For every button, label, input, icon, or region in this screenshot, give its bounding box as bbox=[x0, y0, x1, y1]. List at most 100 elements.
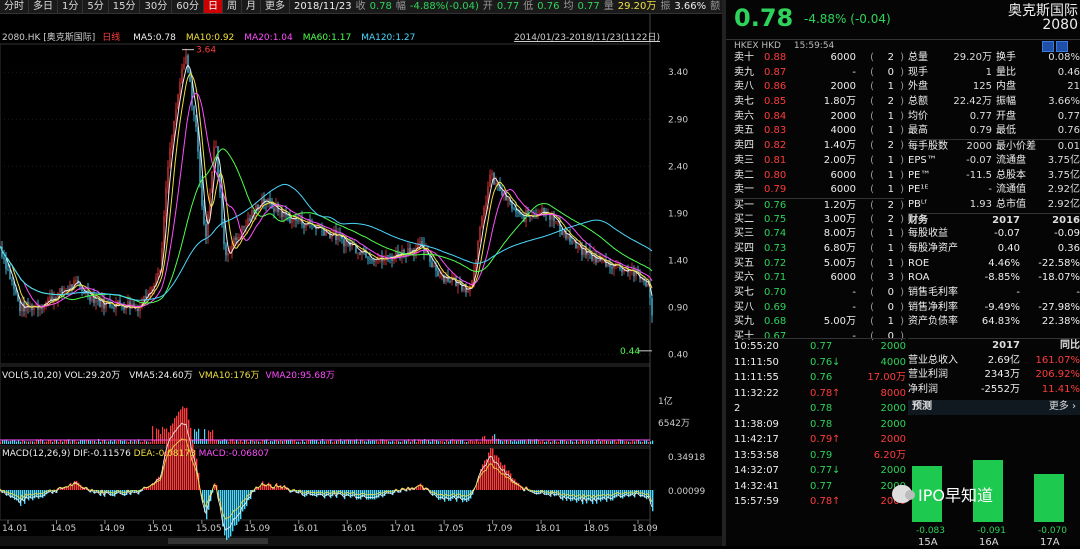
fin-value: -8.85% bbox=[985, 271, 1020, 286]
date-range[interactable]: 2014/01/23-2018/11/23(1122日) bbox=[514, 32, 660, 44]
candle-body bbox=[345, 240, 346, 246]
volume-bar bbox=[294, 440, 295, 444]
candle-body bbox=[215, 146, 216, 147]
volume-bar bbox=[576, 440, 577, 444]
stat-row: PE¹ᴱ-流通值2.92亿 bbox=[908, 183, 1080, 198]
ask-row: 卖八0.862000(1) bbox=[734, 80, 904, 95]
fin-value: -0.07 bbox=[994, 227, 1020, 242]
tab-timeframe-0[interactable]: 分时 bbox=[0, 0, 29, 14]
candle-body bbox=[113, 307, 114, 308]
price-tick-1: 2.90 bbox=[668, 115, 688, 125]
tab-timeframe-1[interactable]: 多日 bbox=[29, 0, 58, 14]
volume-bar bbox=[552, 441, 553, 444]
volume-bar bbox=[154, 440, 155, 444]
candle-body bbox=[15, 289, 16, 293]
volume-bar bbox=[388, 441, 389, 444]
level-label: 买二 bbox=[734, 213, 754, 228]
volume-bar bbox=[416, 442, 417, 444]
x-tick-8: 17.01 bbox=[390, 524, 416, 534]
candle-body bbox=[223, 225, 224, 244]
tab-timeframe-7[interactable]: 日 bbox=[204, 0, 223, 14]
stat-label: 内盘 bbox=[996, 80, 1016, 95]
x-tick-13: 18.09 bbox=[632, 524, 658, 534]
volume-bar bbox=[602, 440, 603, 444]
level-volume: 1.40万 bbox=[824, 139, 856, 154]
stat-label: 总市值 bbox=[996, 198, 1026, 213]
volume-bar bbox=[472, 441, 473, 444]
kline-chart-svg[interactable]: 3.402.902.401.901.400.900.4014.0114.0514… bbox=[0, 14, 722, 546]
volume-bar bbox=[120, 440, 121, 444]
volume-bar bbox=[590, 441, 591, 444]
candle-body bbox=[195, 115, 196, 127]
paren-close: ) bbox=[900, 271, 904, 286]
volume-bar bbox=[296, 442, 297, 444]
volume-bar bbox=[400, 442, 401, 444]
kline-chart-panel[interactable]: 3.402.902.401.901.400.900.4014.0114.0514… bbox=[0, 14, 722, 546]
macd-tick-1: 0.00099 bbox=[668, 487, 705, 497]
candle-body bbox=[7, 269, 8, 270]
candle-body bbox=[647, 284, 648, 286]
stat-label: 外盘 bbox=[908, 80, 928, 95]
more-link[interactable]: 更多 › bbox=[1049, 400, 1076, 415]
tab-timeframe-6[interactable]: 60分 bbox=[172, 0, 204, 14]
volume-bar bbox=[652, 441, 653, 444]
stock-name: 2080.HK [奥克斯国际] bbox=[2, 33, 95, 43]
volume-bar bbox=[104, 440, 105, 444]
trade-price: 0.78 bbox=[810, 401, 832, 417]
vma-legend-1: VMA10:176万 bbox=[199, 371, 260, 381]
volume-bar bbox=[2, 440, 3, 444]
level-label: 买六 bbox=[734, 271, 754, 286]
vol-legend: VOL(5,10,20) VOL:29.20万 VMA5:24.60万VMA10… bbox=[2, 370, 335, 382]
volume-bar bbox=[256, 441, 257, 444]
candle-body bbox=[199, 152, 200, 182]
stat-value: 3.75亿 bbox=[1048, 154, 1080, 169]
tab-timeframe-10[interactable]: 更多 bbox=[261, 0, 290, 14]
growth-row: 营业利润2343万206.92% bbox=[908, 368, 1080, 383]
candle-body bbox=[167, 167, 168, 188]
volume-bar bbox=[150, 442, 151, 444]
stat-row: 总量29.20万换手0.08% bbox=[908, 51, 1080, 66]
stat-label: 均价 bbox=[908, 110, 928, 125]
x-tick-4: 15.05 bbox=[196, 524, 222, 534]
candle-body bbox=[491, 173, 492, 175]
level-volume: 2000 bbox=[831, 110, 856, 125]
stat-value: 2.92亿 bbox=[1048, 183, 1080, 198]
candle-body bbox=[651, 298, 652, 315]
volume-bar bbox=[542, 441, 543, 444]
tab-timeframe-8[interactable]: 周 bbox=[223, 0, 242, 14]
candle-body bbox=[91, 296, 92, 301]
stat-value: 0.76 bbox=[1058, 124, 1080, 139]
stat-value: 2000 bbox=[967, 140, 992, 155]
quote-summary: 2018/11/23收0.78幅-4.88%(-0.04)开0.77低0.76均… bbox=[290, 0, 722, 14]
growth-value: 2.69亿 bbox=[988, 354, 1020, 369]
candle-body bbox=[563, 231, 564, 235]
trade-row: 11:32:220.78↑8000 bbox=[734, 386, 906, 402]
fin-row: 资产负债率64.83%22.38% bbox=[908, 315, 1080, 330]
level-count: 1 bbox=[888, 154, 894, 169]
candle-body bbox=[71, 284, 72, 288]
candle-body bbox=[513, 209, 514, 210]
candle-body bbox=[49, 297, 50, 300]
level-label: 买一 bbox=[734, 199, 754, 214]
trade-price: 0.78 bbox=[810, 386, 832, 402]
stat-value: 3.75亿 bbox=[1048, 169, 1080, 184]
stat-row: 每手股数2000最小价差0.01 bbox=[908, 139, 1080, 154]
volume-bar bbox=[622, 440, 623, 444]
volume-bar bbox=[580, 440, 581, 444]
candle-body bbox=[185, 55, 186, 64]
tab-timeframe-4[interactable]: 15分 bbox=[109, 0, 141, 14]
volume-bar bbox=[512, 441, 513, 444]
stat-value: 1.93 bbox=[970, 198, 992, 213]
tab-timeframe-2[interactable]: 1分 bbox=[58, 0, 83, 14]
tab-timeframe-3[interactable]: 5分 bbox=[83, 0, 108, 14]
tab-timeframe-9[interactable]: 月 bbox=[242, 0, 261, 14]
macd-bar bbox=[514, 479, 515, 490]
candle-body bbox=[495, 182, 496, 184]
volume-bar bbox=[426, 440, 427, 444]
tab-timeframe-5[interactable]: 30分 bbox=[140, 0, 172, 14]
wechat-icon bbox=[892, 485, 912, 503]
paren-open: ( bbox=[870, 286, 874, 301]
volume-bar bbox=[282, 441, 283, 444]
candle-body bbox=[583, 246, 584, 255]
volume-bar bbox=[634, 441, 635, 444]
